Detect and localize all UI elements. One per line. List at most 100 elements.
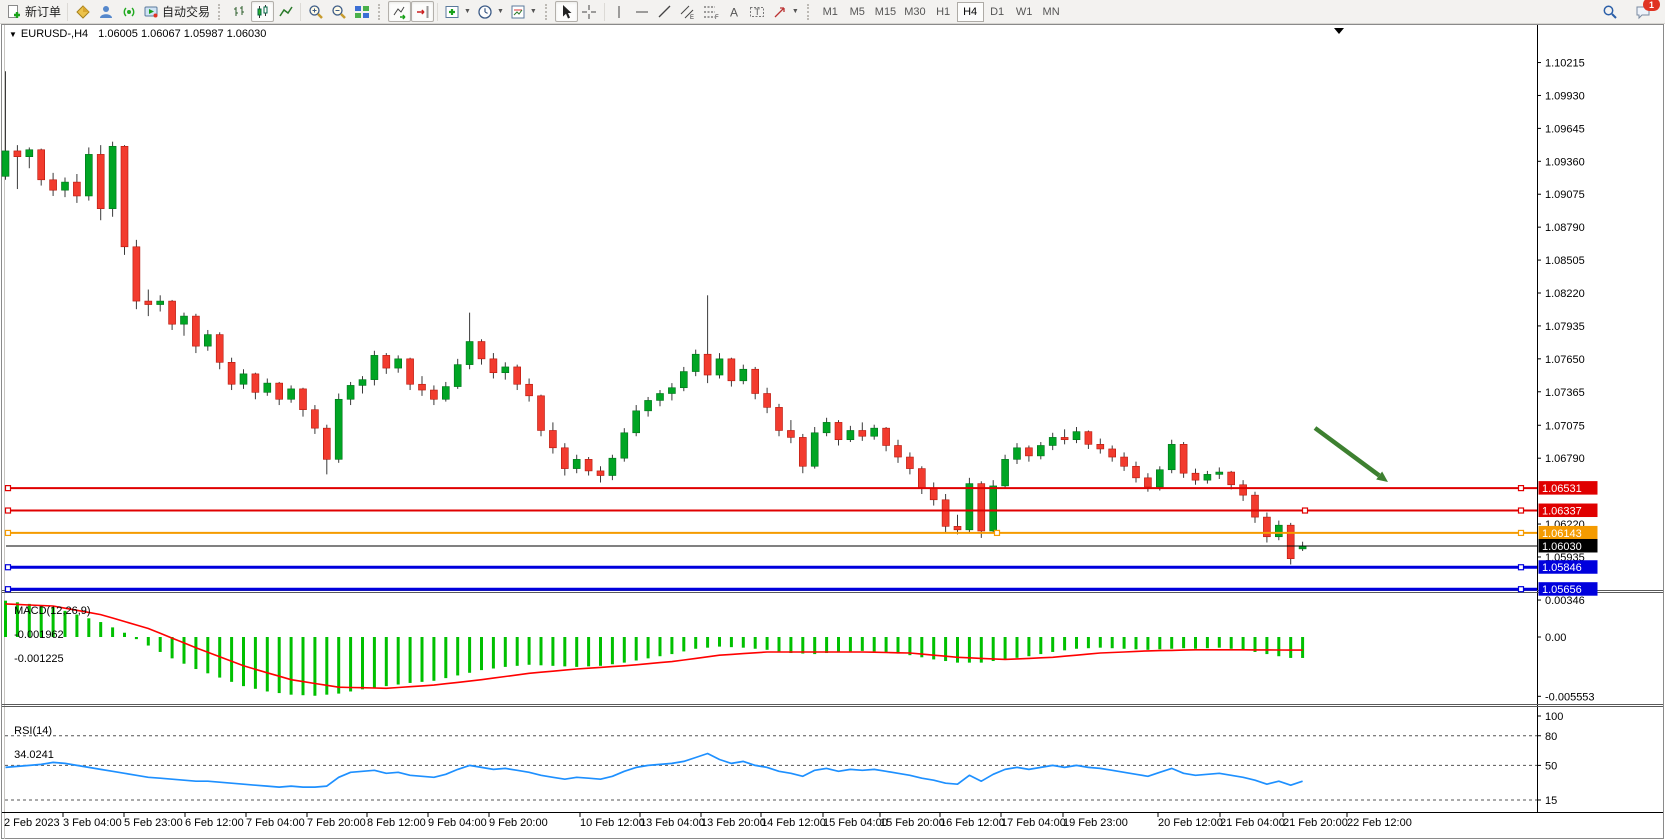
candle-body [1240, 485, 1247, 495]
macd-histogram-bar [659, 637, 662, 656]
timeframe-MN[interactable]: MN [1038, 2, 1065, 22]
horizontal-line-icon [634, 4, 650, 20]
macd-histogram-bar [385, 637, 388, 686]
level-handle [6, 508, 11, 513]
indicators-button[interactable]: ▼ [441, 1, 474, 22]
candle-body [1180, 444, 1187, 473]
trendline-icon [657, 4, 673, 20]
macd-histogram-bar [313, 637, 316, 696]
arrows-tool-button[interactable]: ▼ [769, 1, 802, 22]
macd-histogram-bar [123, 633, 126, 637]
timeframe-M15[interactable]: M15 [871, 2, 900, 22]
time-tick-label: 9 Feb 20:00 [489, 817, 548, 829]
equidistant-channel-button[interactable]: E [677, 1, 700, 22]
candle-body [561, 448, 568, 469]
toolbar-grip [378, 4, 383, 20]
signals-button[interactable] [117, 1, 140, 22]
macd-histogram-bar [897, 637, 900, 654]
timeframe-M5[interactable]: M5 [844, 2, 871, 22]
fibonacci-button[interactable]: F [700, 1, 723, 22]
text-button[interactable]: A [723, 1, 746, 22]
macd-histogram-bar [1242, 637, 1245, 650]
candle-body [538, 396, 545, 431]
chevron-down-icon: ▼ [792, 8, 799, 15]
timeframe-D1[interactable]: D1 [984, 2, 1011, 22]
macd-histogram-bar [1051, 637, 1054, 652]
macd-histogram-bar [992, 637, 995, 661]
macd-histogram-bar [944, 637, 947, 661]
chart-bars-button[interactable] [228, 1, 251, 22]
candle-body [1121, 457, 1128, 466]
templates-button[interactable]: ▼ [507, 1, 540, 22]
cursor-button[interactable] [555, 1, 578, 22]
timeframe-M30[interactable]: M30 [900, 2, 929, 22]
zoom-in-button[interactable] [304, 1, 327, 22]
candle-body [73, 182, 80, 196]
periods-button[interactable]: ▼ [474, 1, 507, 22]
macd-histogram-bar [1218, 637, 1221, 648]
zoom-out-icon [331, 4, 347, 20]
macd-histogram-bar [373, 637, 376, 688]
toolbar-grip [218, 4, 223, 20]
level-handle [6, 587, 11, 592]
new-order-button[interactable]: 新订单 [3, 1, 64, 22]
macd-histogram-bar [778, 637, 781, 651]
candle-body [692, 354, 699, 371]
chat-button[interactable]: 1 [1631, 1, 1654, 22]
candle-body [1287, 525, 1294, 559]
candle-body [621, 433, 628, 458]
macd-histogram-bar [516, 637, 519, 666]
macd-histogram-bar [1039, 637, 1042, 654]
timeframe-W1[interactable]: W1 [1011, 2, 1038, 22]
crosshair-button[interactable] [578, 1, 601, 22]
macd-histogram-bar [99, 622, 102, 637]
rsi-tick-label: 15 [1545, 795, 1557, 807]
metaeditor-icon [75, 4, 91, 20]
timeframe-H1[interactable]: H1 [930, 2, 957, 22]
macd-histogram-bar [147, 637, 150, 646]
macd-histogram-bar [766, 637, 769, 650]
candle-body [347, 385, 354, 399]
trendline-button[interactable] [654, 1, 677, 22]
vertical-line-button[interactable] [608, 1, 631, 22]
timeframe-M1[interactable]: M1 [817, 2, 844, 22]
macd-histogram-bar [861, 637, 864, 651]
macd-histogram-bar [682, 637, 685, 651]
community-button[interactable] [94, 1, 117, 22]
price-level-badge-label: 1.06531 [1542, 483, 1582, 495]
candle-body [1168, 444, 1175, 469]
chart-candles-button[interactable] [251, 1, 274, 22]
macd-histogram-bar [873, 637, 876, 651]
macd-histogram-bar [635, 637, 638, 660]
chart-line-button[interactable] [274, 1, 297, 22]
level-handle [1519, 530, 1524, 535]
macd-histogram-bar [789, 637, 792, 653]
search-button[interactable] [1598, 1, 1621, 22]
auto-scroll-icon [392, 4, 408, 20]
candlestick-chart-icon [255, 4, 271, 20]
timeframe-H4[interactable]: H4 [957, 2, 984, 22]
autotrading-button[interactable]: 自动交易 [140, 1, 213, 22]
candle-body [359, 380, 366, 386]
chart-title-bar: ▼ EURUSD-,H4 1.06005 1.06067 1.05987 1.0… [9, 28, 266, 40]
macd-histogram-bar [754, 637, 757, 649]
autotrading-icon [143, 4, 159, 20]
price-tick-label: 1.09075 [1545, 189, 1585, 201]
metaeditor-button[interactable] [71, 1, 94, 22]
chart-canvas[interactable]: 1.102151.099301.096451.093601.090751.087… [0, 24, 1665, 840]
text-icon: A [726, 4, 742, 20]
candle-body [549, 430, 556, 447]
auto-scroll-button[interactable] [388, 1, 411, 22]
tile-windows-button[interactable] [350, 1, 373, 22]
chart-shift-button[interactable] [411, 1, 434, 22]
text-label-button[interactable]: T [746, 1, 769, 22]
one-click-trading-toggle[interactable]: ▼ [9, 30, 17, 39]
candle-body [895, 445, 902, 457]
macd-histogram-bar [159, 637, 162, 652]
toolbar-grip [545, 4, 550, 20]
rsi-tick-label: 100 [1545, 711, 1563, 723]
price-tick-label: 1.08505 [1545, 255, 1585, 267]
candle-body [85, 154, 92, 196]
horizontal-line-button[interactable] [631, 1, 654, 22]
zoom-out-button[interactable] [327, 1, 350, 22]
